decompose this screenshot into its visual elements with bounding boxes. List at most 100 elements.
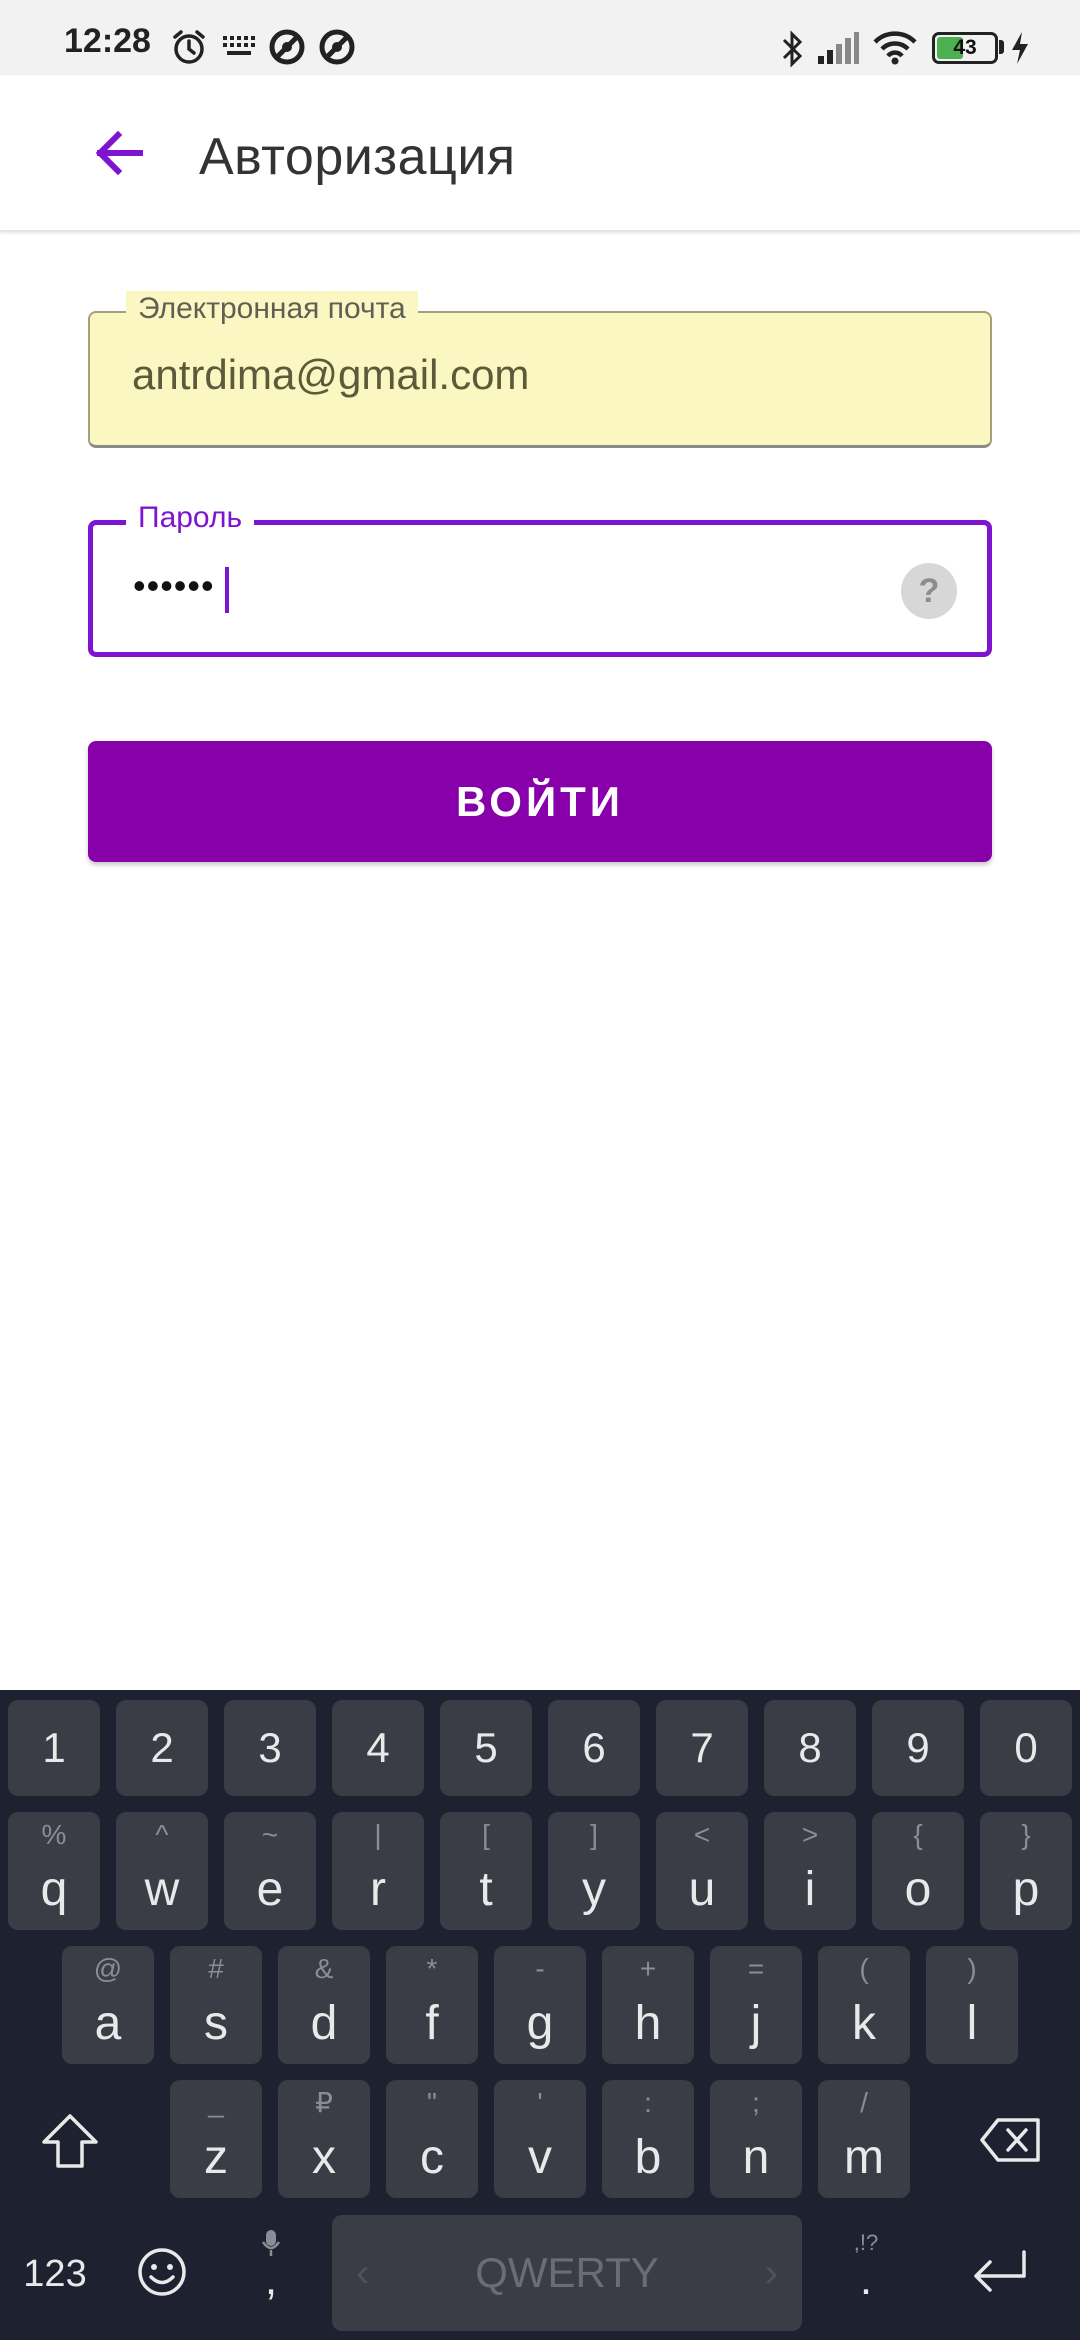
key-label: z: [204, 2131, 228, 2184]
key[interactable]: % q: [8, 1812, 100, 1930]
key-hint: |: [374, 1819, 382, 1850]
app-bar: Авторизация: [0, 75, 1080, 231]
backspace-icon[interactable]: [978, 2114, 1044, 2166]
key[interactable]: 6: [548, 1700, 640, 1796]
key-label: q: [40, 1863, 68, 1916]
key[interactable]: 8: [764, 1700, 856, 1796]
key[interactable]: " c: [386, 2080, 478, 2198]
shift-icon[interactable]: [38, 2110, 102, 2174]
key-hint: :: [644, 2087, 652, 2118]
key-hint: &: [314, 1953, 334, 1984]
key[interactable]: > i: [764, 1812, 856, 1930]
key[interactable]: 7: [656, 1700, 748, 1796]
period-key[interactable]: .: [848, 2256, 884, 2304]
key-hint: =: [747, 1953, 765, 1984]
key[interactable]: # s: [170, 1946, 262, 2064]
key-hint: ~: [261, 1819, 279, 1850]
key[interactable]: < u: [656, 1812, 748, 1930]
key-label: f: [425, 1997, 439, 2050]
key[interactable]: 1: [8, 1700, 100, 1796]
key-label: b: [634, 2131, 662, 2184]
emoji-icon[interactable]: [136, 2246, 188, 2298]
key-hint: (: [859, 1953, 869, 1984]
key[interactable]: 4: [332, 1700, 424, 1796]
key-hint: _: [208, 2087, 224, 2118]
battery-tip: [999, 40, 1004, 54]
key-label: h: [634, 1997, 662, 2050]
period-hint: ,!?: [853, 2230, 879, 2255]
microphone-icon: [261, 2230, 281, 2256]
status-time: 12:28: [64, 22, 151, 60]
password-field-value: ••••••: [133, 565, 215, 606]
login-button[interactable]: ВОЙТИ: [88, 741, 992, 862]
key-label: a: [94, 1997, 122, 2050]
key[interactable]: [t: [440, 1812, 532, 1930]
key[interactable]: 0: [980, 1700, 1072, 1796]
key[interactable]: (k: [818, 1946, 910, 2064]
key[interactable]: ) l: [926, 1946, 1018, 2064]
key-hint: ₽: [315, 2087, 333, 2118]
key-hint: ": [427, 2087, 437, 2118]
chevron-right-icon: ›: [764, 2251, 778, 2295]
key[interactable]: } p: [980, 1812, 1072, 1930]
key-hint: ^: [155, 1819, 169, 1850]
key[interactable]: ~ e: [224, 1812, 316, 1930]
password-field[interactable]: Пароль •••••• ?: [88, 500, 992, 657]
key[interactable]: ; n: [710, 2080, 802, 2198]
key-label: o: [904, 1863, 932, 1916]
chevron-left-icon: ‹: [356, 2251, 370, 2295]
key[interactable]: | r: [332, 1812, 424, 1930]
key[interactable]: * f: [386, 1946, 478, 2064]
comma-key[interactable]: ,: [250, 2256, 292, 2304]
wifi-icon: [873, 31, 917, 65]
symbols-key[interactable]: 123: [20, 2250, 90, 2298]
battery-icon: 43: [932, 32, 998, 64]
key[interactable]: 9: [872, 1700, 964, 1796]
space-bar[interactable]: ‹ QWERTY ›: [332, 2215, 802, 2331]
key-label: w: [144, 1863, 180, 1916]
key-label: m: [844, 2131, 884, 2184]
key-label: j: [750, 1997, 762, 2050]
key-hint: [: [482, 1819, 490, 1850]
key[interactable]: 2: [116, 1700, 208, 1796]
key[interactable]: 3: [224, 1700, 316, 1796]
key-label: y: [582, 1863, 606, 1916]
key-label: k: [852, 1997, 876, 2050]
key[interactable]: ₽ x: [278, 2080, 370, 2198]
enter-icon[interactable]: [966, 2246, 1032, 2296]
key[interactable]: @ a: [62, 1946, 154, 2064]
arrow-left-icon[interactable]: [80, 113, 160, 193]
key-label: g: [526, 1997, 554, 2050]
key-label: d: [310, 1997, 338, 2050]
key[interactable]: & d: [278, 1946, 370, 2064]
key[interactable]: {o: [872, 1812, 964, 1930]
key[interactable]: / m: [818, 2080, 910, 2198]
key[interactable]: + h: [602, 1946, 694, 2064]
key-hint: {: [913, 1819, 923, 1850]
keyboard: 1 2 3 4 5 6 7 8 9 0 % q ^ w ~ e | r [t ] y < u…: [0, 1690, 1080, 2340]
key[interactable]: _ z: [170, 2080, 262, 2198]
key-label: i: [804, 1863, 816, 1916]
key-label: v: [528, 2131, 552, 2184]
key[interactable]: 5: [440, 1700, 532, 1796]
key-label: p: [1012, 1863, 1040, 1916]
space-bar-label: QWERTY: [475, 2249, 659, 2296]
charging-icon: [1012, 32, 1028, 64]
sync-icon: [319, 29, 355, 65]
email-field[interactable]: Электронная почта antrdima@gmail.com: [88, 291, 992, 448]
key-label: l: [966, 1997, 978, 2050]
key[interactable]: ' v: [494, 2080, 586, 2198]
key[interactable]: = j: [710, 1946, 802, 2064]
key[interactable]: -g: [494, 1946, 586, 2064]
help-icon[interactable]: ?: [901, 563, 957, 619]
email-field-label: Электронная почта: [126, 291, 418, 327]
key-hint: %: [41, 1819, 67, 1850]
key[interactable]: ] y: [548, 1812, 640, 1930]
battery-level: 43: [953, 36, 977, 59]
key-hint: +: [639, 1953, 657, 1984]
sync-icon: [269, 29, 305, 65]
key[interactable]: :b: [602, 2080, 694, 2198]
key[interactable]: ^ w: [116, 1812, 208, 1930]
keyboard-icon: [223, 36, 255, 55]
key-label: n: [742, 2131, 770, 2184]
